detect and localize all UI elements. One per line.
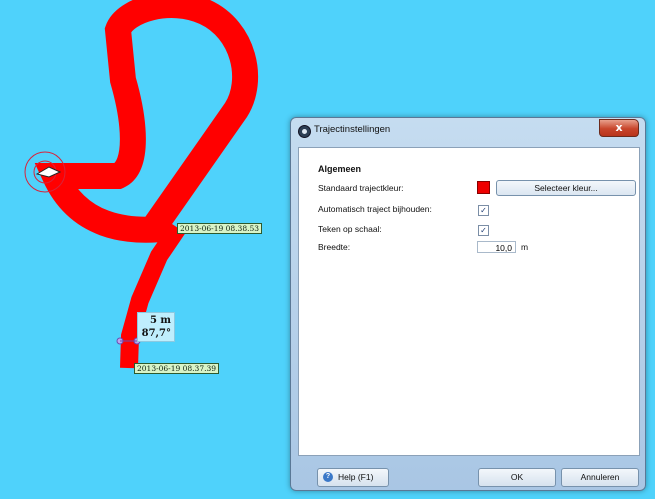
auto-track-label: Automatisch traject bijhouden: xyxy=(318,204,432,214)
measure-distance: 5 m xyxy=(149,315,171,326)
dialog-title: Trajectinstellingen xyxy=(314,124,391,135)
width-label: Breedte: xyxy=(318,242,351,252)
help-button[interactable]: ? Help (F1) xyxy=(317,468,389,487)
measure-tooltip: 5 m 87,7° xyxy=(137,312,175,342)
auto-track-checkbox[interactable]: ✓ xyxy=(478,205,489,216)
measure-angle: 87,7° xyxy=(141,328,171,339)
track-segment-lower xyxy=(120,222,186,369)
dialog-content: Algemeen Standaard trajectkleur: Selecte… xyxy=(298,147,640,456)
color-swatch xyxy=(477,181,490,194)
width-unit: m xyxy=(521,242,529,252)
track-settings-dialog: Trajectinstellingen x Algemeen Standaard… xyxy=(290,117,646,491)
cancel-button[interactable]: Annuleren xyxy=(561,468,639,487)
map-canvas[interactable]: 2013-06-19 08.38.53 2013-06-19 08.37.39 … xyxy=(0,0,655,499)
select-color-button[interactable]: Selecteer kleur... xyxy=(496,180,636,196)
help-icon: ? xyxy=(323,472,333,482)
close-button[interactable]: x xyxy=(599,119,639,137)
section-title: Algemeen xyxy=(318,164,362,174)
help-button-label: Help (F1) xyxy=(338,472,374,482)
draw-to-scale-label: Teken op schaal: xyxy=(318,224,382,234)
ok-button[interactable]: OK xyxy=(478,468,556,487)
track-segment-upper xyxy=(34,0,259,243)
draw-to-scale-checkbox[interactable]: ✓ xyxy=(478,225,489,236)
timestamp-label-top: 2013-06-19 08.38.53 xyxy=(177,223,263,234)
timestamp-label-bottom: 2013-06-19 08.37.39 xyxy=(134,363,220,374)
dialog-titlebar[interactable]: Trajectinstellingen x xyxy=(291,118,645,144)
default-color-label: Standaard trajectkleur: xyxy=(318,183,404,193)
width-input[interactable]: 10,0 xyxy=(477,241,516,253)
app-icon xyxy=(298,125,311,138)
